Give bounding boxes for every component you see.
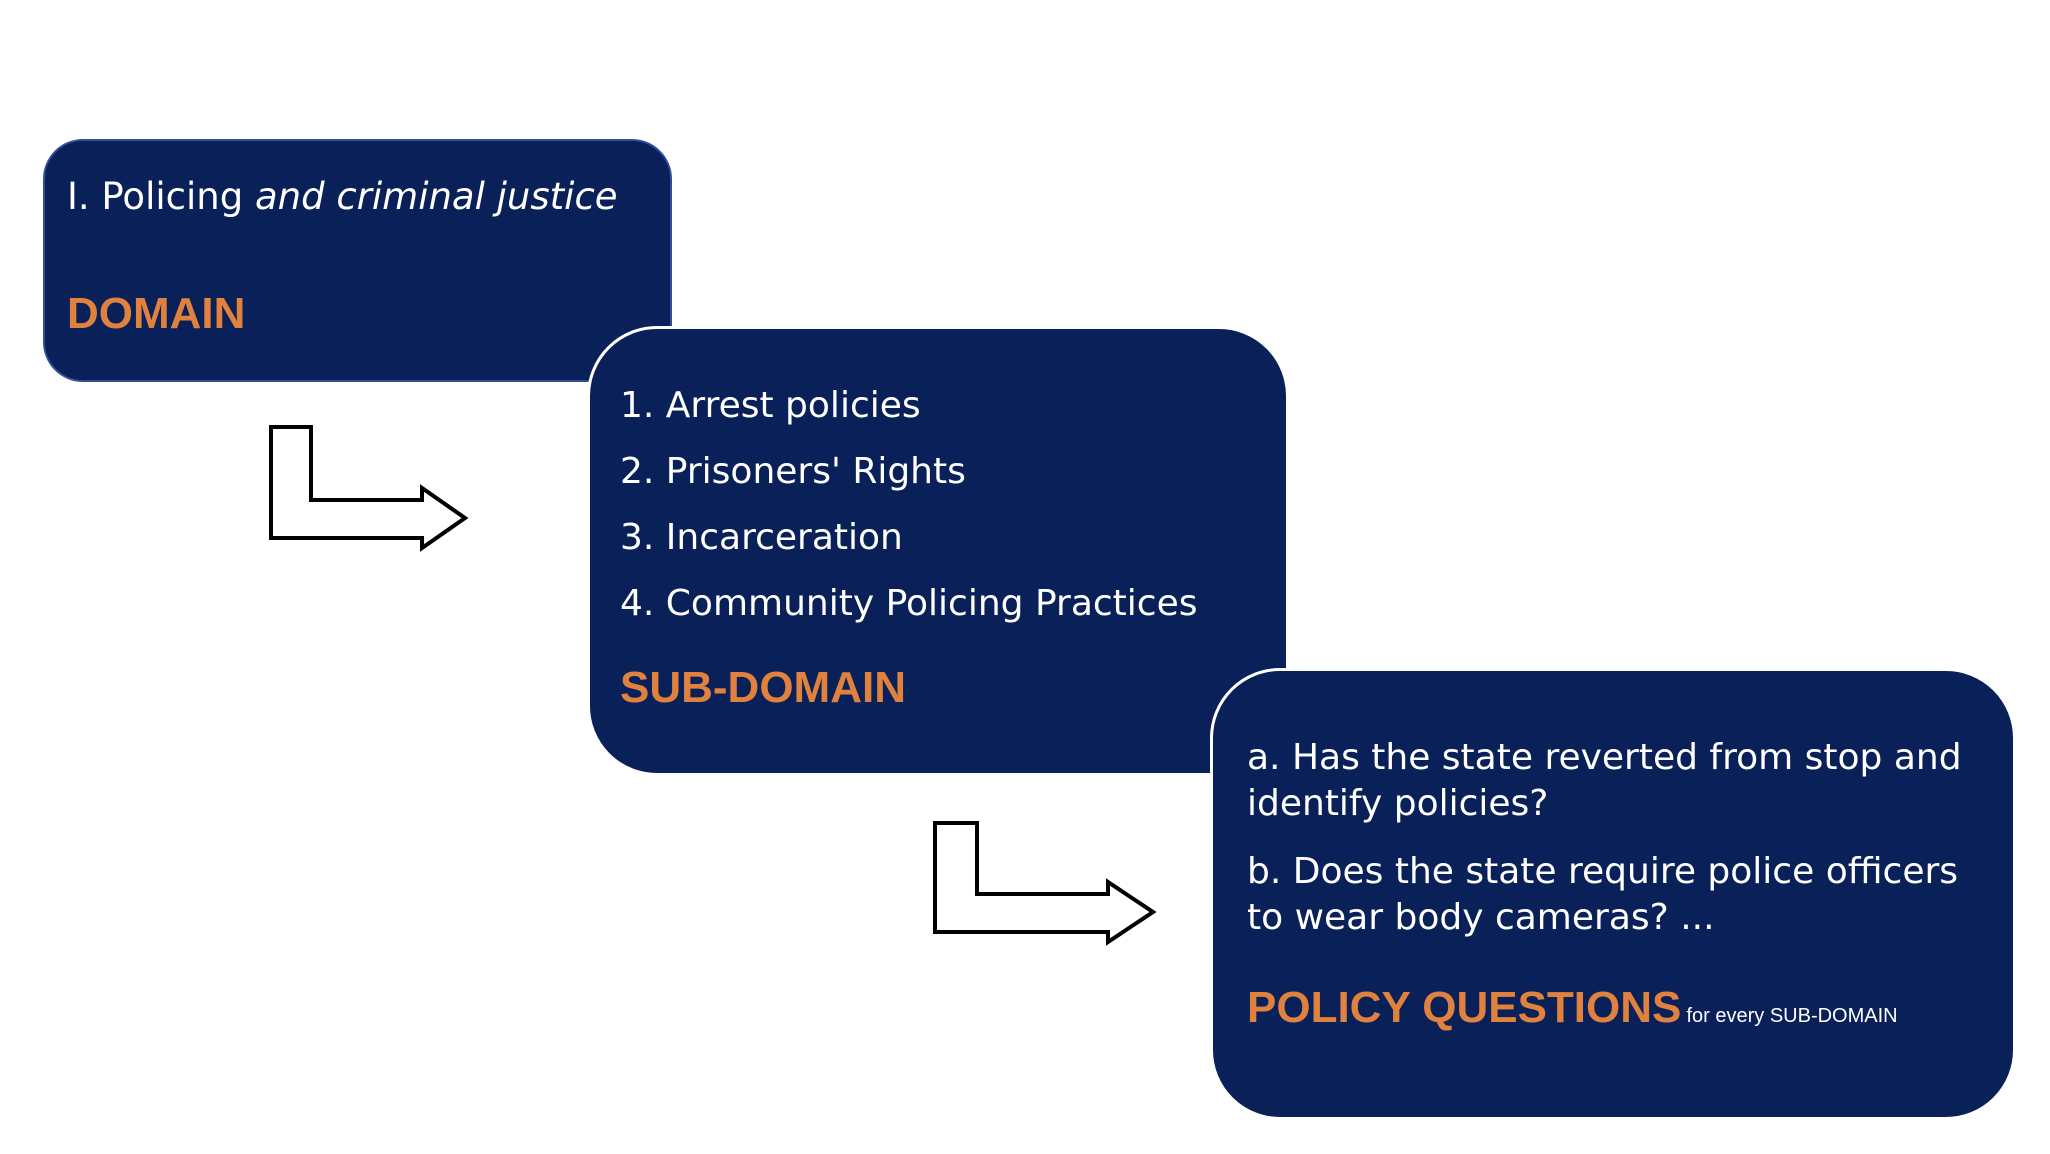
- domain-title-plain: I. Policing: [67, 175, 244, 218]
- subdomain-item: 3. Incarceration: [620, 517, 903, 558]
- domain-box: I. Policing and criminal justice DOMAIN: [43, 139, 672, 382]
- policy-question: b. Does the state require police officer…: [1247, 851, 1959, 938]
- domain-title-italic: and criminal justice: [254, 175, 618, 218]
- subdomain-box: 1. Arrest policies 2. Prisoners' Rights …: [587, 326, 1289, 776]
- arrow-subdomain-to-policy: [933, 821, 1157, 946]
- policy-questions-box: a. Has the state reverted from stop and …: [1210, 668, 2016, 1120]
- subdomain-label: SUB-DOMAIN: [620, 663, 906, 712]
- subdomain-list: 1. Arrest policies 2. Prisoners' Rights …: [620, 373, 1286, 637]
- policy-label: POLICY QUESTIONS: [1247, 983, 1682, 1032]
- domain-title: I. Policing and criminal justice: [67, 171, 670, 223]
- policy-question-list: a. Has the state reverted from stop and …: [1247, 735, 1985, 941]
- policy-note: for every SUB-DOMAIN: [1686, 1005, 1898, 1027]
- subdomain-item: 2. Prisoners' Rights: [620, 451, 966, 492]
- subdomain-item: 4. Community Policing Practices: [620, 583, 1198, 624]
- domain-label: DOMAIN: [67, 289, 246, 338]
- arrow-domain-to-subdomain: [269, 425, 469, 552]
- subdomain-item: 1. Arrest policies: [620, 385, 921, 426]
- policy-label-row: POLICY QUESTIONS for every SUB-DOMAIN: [1247, 983, 1985, 1033]
- policy-question: a. Has the state reverted from stop and …: [1247, 737, 1962, 824]
